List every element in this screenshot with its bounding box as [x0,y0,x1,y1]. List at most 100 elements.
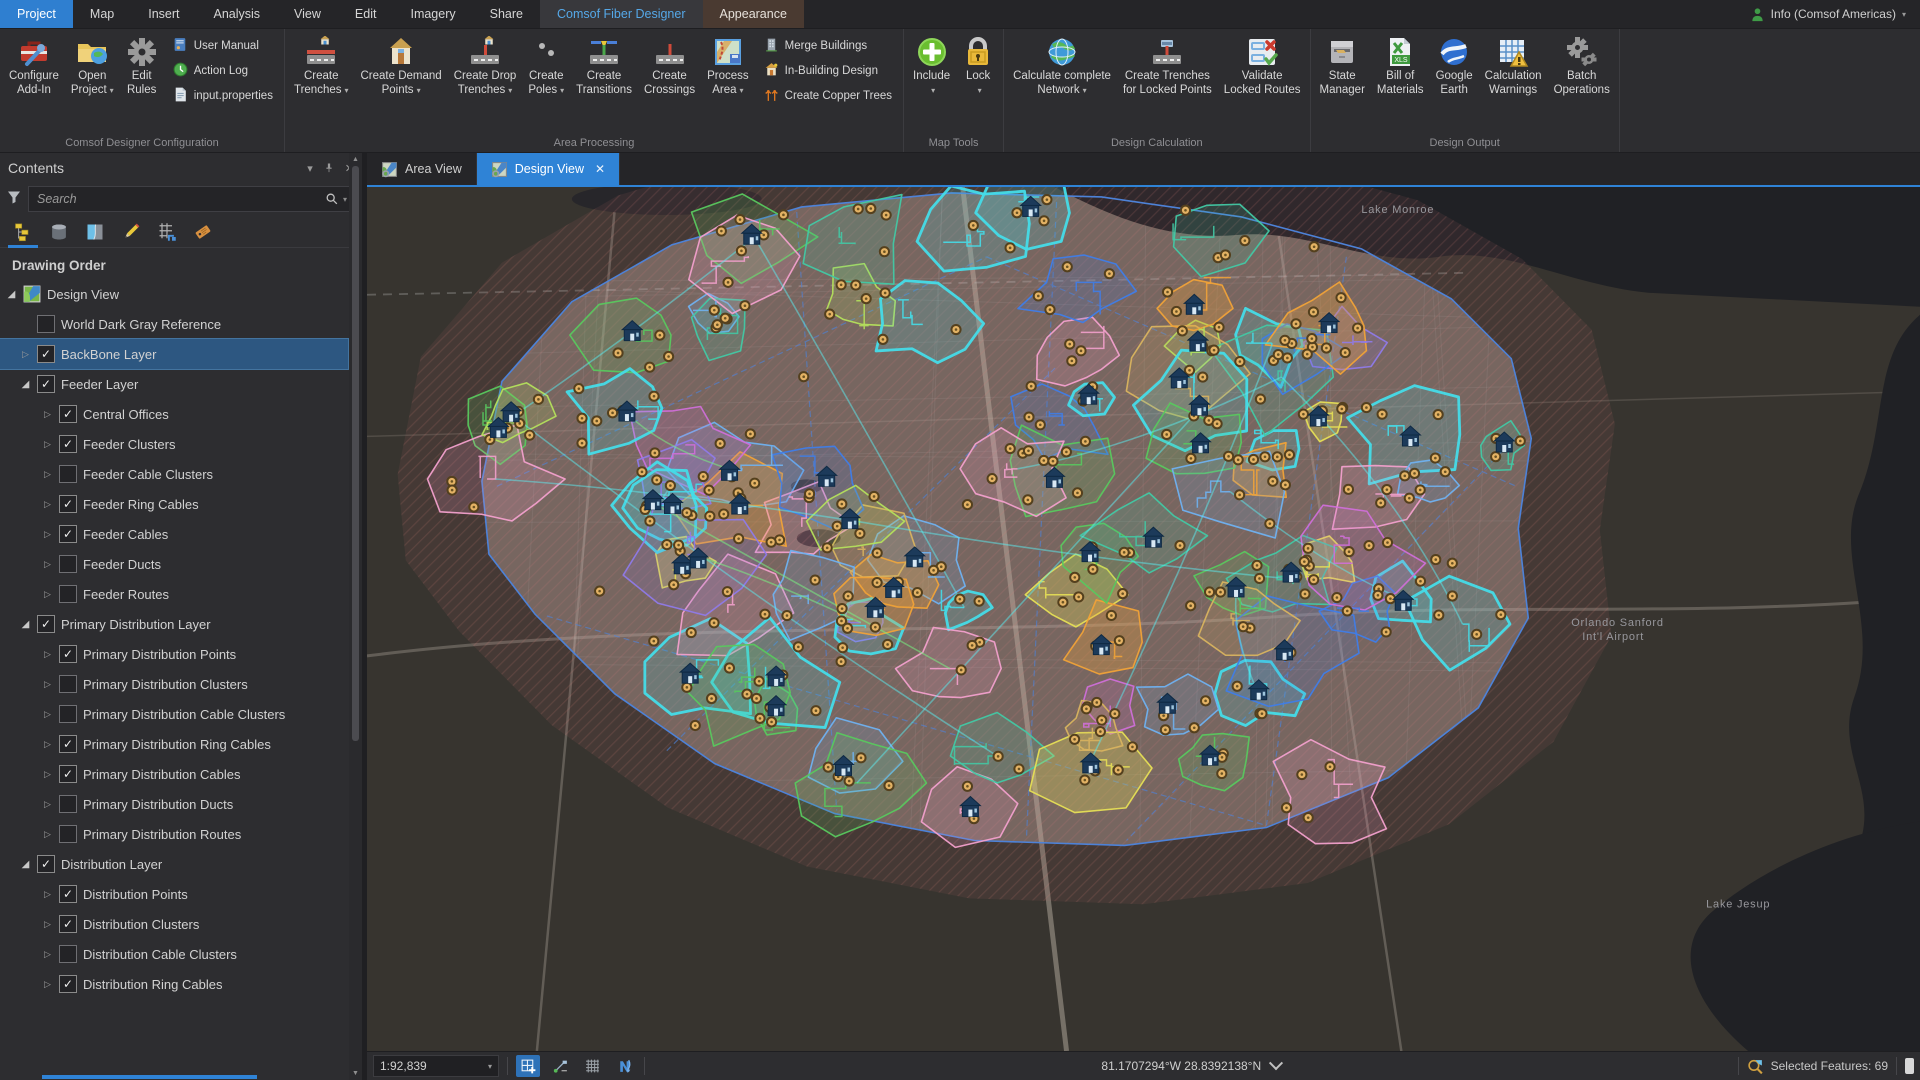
list-by-data-source-icon[interactable] [44,219,74,247]
menu-tab-appearance[interactable]: Appearance [703,0,804,28]
layer-item-distribution-ring-cables[interactable]: ▷✓Distribution Ring Cables [0,969,348,999]
pin-icon[interactable] [323,162,335,174]
layer-checkbox[interactable] [59,465,77,483]
layer-item-primary-distribution-points[interactable]: ▷✓Primary Distribution Points [0,639,348,669]
map-canvas[interactable]: Lake MonroeOrlando SanfordInt'l AirportL… [367,187,1920,1051]
expander-icon[interactable]: ▷ [42,469,53,480]
expander-icon[interactable]: ▷ [42,769,53,780]
expander-icon[interactable]: ▷ [42,949,53,960]
layer-checkbox[interactable]: ✓ [59,435,77,453]
expander-icon[interactable]: ▷ [42,889,53,900]
layer-checkbox[interactable]: ✓ [59,915,77,933]
layer-item-feeder-layer[interactable]: ◢✓Feeder Layer [0,369,348,399]
ribbon-button-create-crossings[interactable]: CreateCrossings [638,31,701,135]
ribbon-button-bill-of-materials[interactable]: XLSBill ofMaterials [1371,31,1430,135]
expander-icon[interactable]: ◢ [20,619,31,630]
expander-icon[interactable]: ▷ [42,739,53,750]
layer-item-primary-distribution-ducts[interactable]: ▷Primary Distribution Ducts [0,789,348,819]
expander-icon[interactable]: ▷ [42,709,53,720]
layer-item-primary-distribution-ring-cables[interactable]: ▷✓Primary Distribution Ring Cables [0,729,348,759]
layer-item-feeder-clusters[interactable]: ▷✓Feeder Clusters [0,429,348,459]
layer-checkbox[interactable] [59,945,77,963]
account-info[interactable]: Info (Comsof Americas) ▾ [1736,0,1920,28]
layer-item-design-view[interactable]: ◢Design View [0,279,348,309]
layer-checkbox[interactable]: ✓ [59,405,77,423]
menu-tab-imagery[interactable]: Imagery [393,0,472,28]
layer-checkbox[interactable]: ✓ [37,855,55,873]
menu-tab-analysis[interactable]: Analysis [197,0,278,28]
expander-icon[interactable]: ▷ [42,409,53,420]
expander-icon[interactable]: ▷ [42,679,53,690]
search-options-chevron-icon[interactable]: ▾ [343,195,347,204]
list-by-selection-icon[interactable] [80,219,110,247]
menu-tab-view[interactable]: View [277,0,338,28]
list-by-labeling-icon[interactable] [188,219,218,247]
layer-checkbox[interactable] [59,705,77,723]
list-by-drawing-order-icon[interactable] [8,219,38,247]
layer-item-world-dark-gray-reference[interactable]: World Dark Gray Reference [0,309,348,339]
navigate-button[interactable] [612,1055,636,1077]
selected-features[interactable]: Selected Features: 69 [1747,1058,1888,1075]
layer-item-feeder-ring-cables[interactable]: ▷✓Feeder Ring Cables [0,489,348,519]
layer-checkbox[interactable]: ✓ [37,375,55,393]
ribbon-button-create-transitions[interactable]: CreateTransitions [570,31,638,135]
ribbon-button-create-demand-points[interactable]: Create DemandPoints▾ [355,31,448,135]
layer-item-feeder-ducts[interactable]: ▷Feeder Ducts [0,549,348,579]
expander-icon[interactable]: ◢ [20,859,31,870]
menu-tab-comsof-fiber-designer[interactable]: Comsof Fiber Designer [540,0,703,28]
layer-checkbox[interactable] [59,555,77,573]
view-tab-design-view[interactable]: Design View✕ [477,153,620,185]
layer-checkbox[interactable]: ✓ [59,765,77,783]
ribbon-button-merge-buildings[interactable]: Merge Buildings [759,35,896,57]
filter-icon[interactable] [6,189,22,210]
layer-checkbox[interactable] [59,585,77,603]
ribbon-button-create-trenches[interactable]: CreateTrenches▾ [288,31,355,135]
layer-item-distribution-layer[interactable]: ◢✓Distribution Layer [0,849,348,879]
layer-item-feeder-routes[interactable]: ▷Feeder Routes [0,579,348,609]
horizontal-scrollbar[interactable] [42,1075,257,1079]
layer-item-feeder-cables[interactable]: ▷✓Feeder Cables [0,519,348,549]
layer-item-distribution-points[interactable]: ▷✓Distribution Points [0,879,348,909]
layer-item-primary-distribution-clusters[interactable]: ▷Primary Distribution Clusters [0,669,348,699]
menu-tab-project[interactable]: Project [0,0,73,28]
ribbon-button-create-drop-trenches[interactable]: Create DropTrenches▾ [448,31,523,135]
layer-item-primary-distribution-cables[interactable]: ▷✓Primary Distribution Cables [0,759,348,789]
ribbon-button-in-building-design[interactable]: In-Building Design [759,60,896,82]
ribbon-button-action-log[interactable]: Action Log [168,60,277,82]
ribbon-button-open-project[interactable]: OpenProject▾ [65,31,120,135]
layer-checkbox[interactable]: ✓ [59,885,77,903]
expander-icon[interactable]: ▷ [42,919,53,930]
list-by-editing-icon[interactable] [116,219,146,247]
ribbon-button-calculate-complete-network[interactable]: Calculate completeNetwork▾ [1007,31,1117,135]
expander-icon[interactable]: ▷ [42,529,53,540]
map-scale-select[interactable]: 1:92,839 ▾ [373,1055,499,1077]
expander-icon[interactable]: ▷ [20,349,31,360]
layer-item-central-offices[interactable]: ▷✓Central Offices [0,399,348,429]
layer-item-distribution-clusters[interactable]: ▷✓Distribution Clusters [0,909,348,939]
ribbon-button-state-manager[interactable]: StateManager [1314,31,1371,135]
ribbon-button-calculation-warnings[interactable]: CalculationWarnings [1479,31,1548,135]
expander-icon[interactable]: ▷ [42,649,53,660]
expander-icon[interactable]: ▷ [42,559,53,570]
expander-icon[interactable]: ▷ [42,589,53,600]
edit-route-button[interactable] [548,1055,572,1077]
layer-item-feeder-cable-clusters[interactable]: ▷Feeder Cable Clusters [0,459,348,489]
scroll-down-icon[interactable]: ▼ [352,1067,359,1080]
layer-checkbox[interactable]: ✓ [59,975,77,993]
ribbon-button-process-area[interactable]: ProcessArea▾ [701,31,755,135]
expander-icon[interactable]: ◢ [20,379,31,390]
ribbon-button-input-properties[interactable]: input.properties [168,85,277,107]
ribbon-button-configure-add-in[interactable]: ConfigureAdd-In [3,31,65,135]
ribbon-button-create-poles[interactable]: CreatePoles▾ [522,31,570,135]
layer-checkbox[interactable]: ✓ [37,615,55,633]
menu-tab-share[interactable]: Share [473,0,540,28]
expander-icon[interactable]: ▷ [42,979,53,990]
layer-checkbox[interactable] [59,825,77,843]
layer-item-primary-distribution-layer[interactable]: ◢✓Primary Distribution Layer [0,609,348,639]
menu-tab-map[interactable]: Map [73,0,131,28]
ribbon-button-create-trenches-for-locked-points[interactable]: Create Trenchesfor Locked Points [1117,31,1218,135]
search-input[interactable] [35,191,325,207]
ribbon-button-create-copper-trees[interactable]: Create Copper Trees [759,85,896,107]
search-icon[interactable] [325,192,339,206]
layer-checkbox[interactable]: ✓ [59,495,77,513]
